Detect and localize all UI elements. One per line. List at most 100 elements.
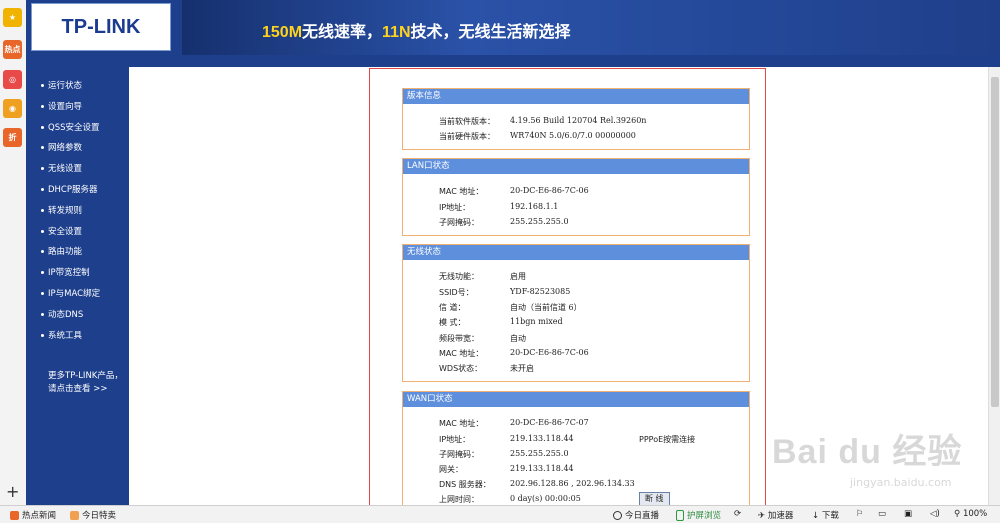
live-icon (613, 511, 622, 520)
wan-dns-value: 202.96.128.86 , 202.96.134.33 (510, 479, 635, 488)
baidu-jingyan-watermark: Bai du 经验 jingyan.baidu.com (772, 418, 992, 498)
version-sw-label: 当前软件版本： (439, 117, 495, 126)
version-sw-value: 4.19.56 Build 120704 Rel.39260n (510, 116, 647, 125)
nav-item-0[interactable]: 运行状态 (41, 79, 82, 91)
more-line-1[interactable]: 更多TP-LINK产品， (48, 370, 128, 383)
wl-mac-label: MAC 地址： (439, 349, 484, 358)
nav-item-9[interactable]: IP带宽控制 (41, 266, 90, 278)
bullet-icon (41, 84, 44, 87)
bullet-icon (41, 333, 44, 337)
wan-title: WAN口状态 (403, 392, 749, 407)
nav-item-2[interactable]: QSS安全设置 (41, 121, 99, 133)
router-header: TP-LINK 150M无线速率，11N技术，无线生活新选择 (26, 0, 1000, 55)
nav-item-label: 安全设置 (48, 226, 83, 237)
status-today-live[interactable]: 今日直播 (613, 509, 659, 521)
lan-mac-value: 20-DC-E6-86-7C-06 (510, 186, 589, 195)
wl-mac-value: 20-DC-E6-86-7C-06 (510, 348, 589, 357)
nav-item-10[interactable]: IP与MAC绑定 (41, 287, 100, 299)
wl-ssid-label: SSID号： (439, 288, 474, 297)
nav-item-8[interactable]: 路由功能 (41, 245, 82, 257)
wan-dns-label: DNS 服务器： (439, 480, 491, 489)
status-accelerator[interactable]: ✈ 加速器 (758, 509, 793, 521)
window-icon[interactable]: ▭ (878, 509, 886, 519)
target-icon[interactable]: ◎ (3, 70, 22, 89)
browser-status-bar: 热点新闻 今日特卖 今日直播 护屏浏览 ⟳ ✈ 加速器 ↓ 下载 ⚐ ▭ ▣ ◁… (0, 505, 1000, 523)
version-title: 版本信息 (403, 89, 749, 104)
status-zoom-label: 100% (962, 509, 988, 519)
lan-mac-label: MAC 地址： (439, 187, 484, 196)
bullet-icon (41, 188, 44, 191)
refresh-icon[interactable]: ⟳ (734, 509, 741, 519)
banner: 150M无线速率，11N技术，无线生活新选择 (182, 0, 1000, 55)
rocket-icon: ✈ (758, 511, 768, 521)
nav-item-7[interactable]: 安全设置 (41, 225, 82, 237)
lan-mask-value: 255.255.255.0 (510, 217, 569, 226)
disconnect-button[interactable]: 断 线 (639, 492, 670, 505)
banner-slogan: 150M无线速率，11N技术，无线生活新选择 (262, 18, 571, 42)
wireless-title: 无线状态 (403, 245, 749, 260)
status-daily-special-label: 今日特卖 (82, 511, 117, 521)
nav-item-label: 系统工具 (48, 330, 83, 341)
wan-ip-label: IP地址： (439, 435, 471, 444)
bullet-icon (41, 125, 44, 129)
nav-item-label: 路由功能 (48, 247, 83, 258)
status-zoom[interactable]: ⚲ 100% (954, 509, 987, 519)
nav-item-label: IP带宽控制 (48, 268, 90, 279)
wl-wds-label: WDS状态： (439, 364, 483, 373)
router-sidebar: 运行状态设置向导 QSS安全设置网络参数无线设置 DHCP服务器 转发规则安全设置路由… (26, 67, 129, 505)
hot-news-icon[interactable]: 热点 (3, 40, 22, 59)
slogan-rest: 技术，无线生活新选择 (410, 24, 571, 41)
nav-item-label: 设置向导 (48, 101, 83, 112)
status-protect-eye[interactable]: 护屏浏览 (676, 509, 721, 521)
gift-icon (70, 511, 79, 520)
nav-item-12[interactable]: 系统工具 (41, 329, 82, 341)
wl-channel-label: 信 道： (439, 303, 466, 312)
status-hot-news[interactable]: 热点新闻 (10, 509, 56, 521)
nav-item-3[interactable]: 网络参数 (41, 141, 82, 153)
nav-item-label: 动态DNS (48, 309, 84, 320)
status-protect-eye-label: 护屏浏览 (687, 511, 722, 521)
bullet-icon (41, 312, 44, 316)
more-products-link[interactable]: 更多TP-LINK产品， 请点击查看 >> (48, 370, 128, 396)
discount-icon[interactable]: 折 (3, 128, 22, 147)
wan-mac-label: MAC 地址： (439, 419, 484, 428)
nav-item-4[interactable]: 无线设置 (41, 162, 82, 174)
bullet-icon (41, 229, 44, 233)
wl-mode-value: 11bgn mixed (510, 317, 563, 326)
wan-mask-label: 子网掩码： (439, 450, 479, 459)
wan-panel: WAN口状态 MAC 地址： 20-DC-E6-86-7C-07 IP地址： 2… (402, 391, 750, 505)
weibo-icon[interactable]: ◉ (3, 99, 22, 118)
bullet-icon (41, 146, 44, 150)
status-daily-special[interactable]: 今日特卖 (70, 509, 116, 521)
version-hw-label: 当前硬件版本： (439, 132, 495, 141)
bullet-icon (41, 167, 44, 171)
nav-item-11[interactable]: 动态DNS (41, 308, 83, 320)
browser-sidebar-dock: ★ 热点 ◎ ◉ 折 (0, 0, 27, 505)
bullet-icon (41, 208, 44, 212)
add-icon[interactable]: + (6, 484, 19, 500)
slogan-11n: 11N (382, 24, 411, 41)
lan-title: LAN口状态 (403, 159, 749, 174)
status-download[interactable]: ↓ 下载 (812, 509, 839, 521)
nav-item-label: 运行状态 (48, 81, 83, 91)
nav-item-label: IP与MAC绑定 (48, 289, 101, 299)
status-hot-news-label: 热点新闻 (22, 511, 57, 521)
wl-bw-value: 自动 (510, 334, 526, 343)
scrollbar-thumb[interactable] (991, 77, 999, 407)
nav-item-6[interactable]: 转发规则 (41, 204, 82, 216)
nav-item-label: QSS安全设置 (48, 122, 100, 133)
wan-mask-value: 255.255.255.0 (510, 449, 569, 458)
flag-icon[interactable]: ⚐ (856, 509, 864, 519)
status-accelerator-label: 加速器 (767, 511, 794, 521)
bullet-icon (41, 250, 44, 254)
more-line-2[interactable]: 请点击查看 >> (48, 383, 128, 396)
nav-item-5[interactable]: DHCP服务器 (41, 183, 98, 195)
wl-enable-value: 启用 (510, 272, 526, 281)
lan-ip-value: 192.168.1.1 (510, 202, 559, 211)
nav-item-label: 无线设置 (48, 164, 83, 175)
layout-icon[interactable]: ▣ (904, 509, 912, 519)
download-icon: ↓ (812, 511, 822, 521)
nav-item-1[interactable]: 设置向导 (41, 100, 82, 112)
favorites-star-icon[interactable]: ★ (3, 8, 22, 27)
sound-icon[interactable]: ◁) (930, 509, 940, 519)
